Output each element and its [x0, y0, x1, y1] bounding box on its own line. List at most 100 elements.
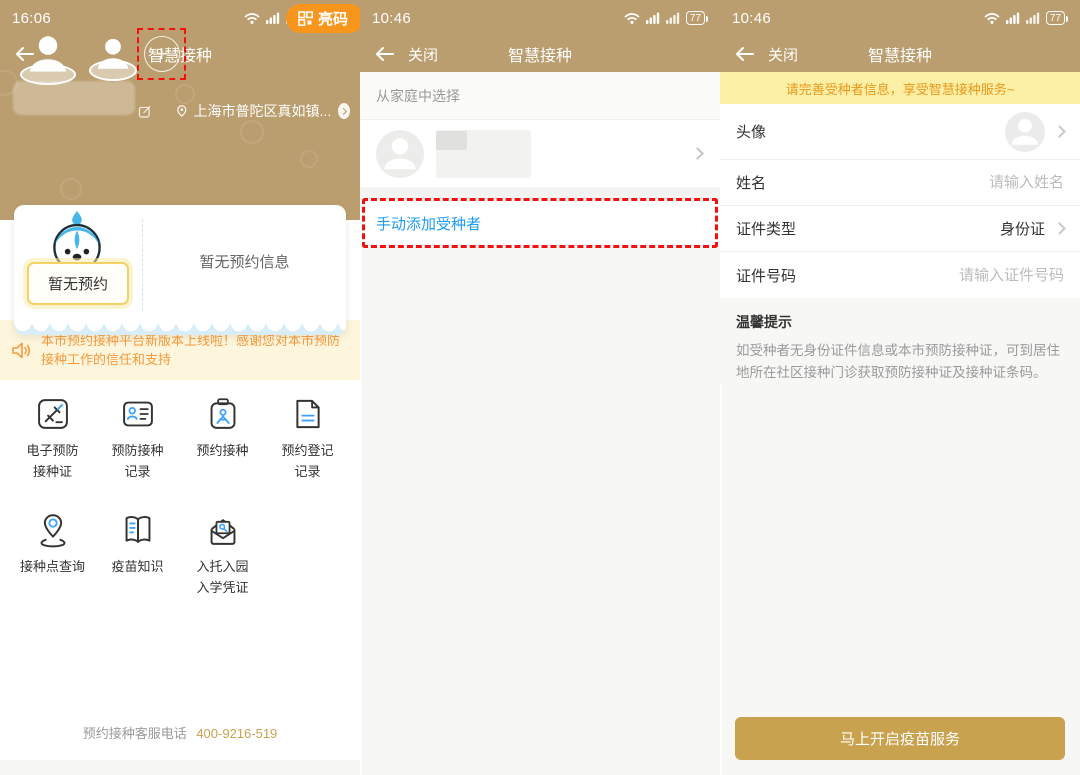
field-label: 姓名	[736, 172, 894, 193]
service-phone-row: 预约接种客服电话 400-9216-519	[0, 723, 360, 742]
grid-label: 预约接种	[196, 440, 248, 461]
status-time: 16:06	[12, 10, 51, 27]
tips-body: 如受种者无身份证件信息或本市预防接种证，可到居住地所在社区接种门诊获取预防接种证…	[736, 340, 1064, 384]
name-input[interactable]	[894, 174, 1064, 191]
brighten-code-button[interactable]: 亮码	[286, 4, 360, 33]
avatar[interactable]	[89, 31, 133, 75]
screen-home: 16:06 100 智慧接种	[0, 0, 360, 775]
registration-record-icon	[290, 396, 326, 432]
manual-add-link[interactable]: 手动添加受种者	[376, 213, 481, 234]
grid-label: 入托入园入学凭证	[196, 556, 248, 598]
chevron-right-icon	[1053, 125, 1066, 138]
member-avatar	[376, 130, 424, 178]
field-label: 证件号码	[736, 265, 894, 286]
id-number-field-row: 证件号码	[720, 252, 1080, 298]
info-banner: 请完善受种者信息，享受智慧接种服务~	[720, 72, 1080, 104]
edit-icon[interactable]	[138, 102, 152, 121]
back-arrow-icon[interactable]	[374, 46, 394, 62]
wifi-icon	[984, 12, 1000, 24]
appointment-vaccinate-icon	[205, 396, 241, 432]
grid-label: 接种点查询	[20, 556, 85, 577]
grid-item-school-certificate[interactable]: 入托入园入学凭证	[180, 512, 265, 598]
location-row[interactable]: 上海市普陀区真如镇...	[138, 97, 350, 125]
appointment-card: 暂无预约 暂无预约信息	[14, 205, 346, 335]
recipient-form: 头像 姓名 证件类型 身份证 证件号码	[720, 104, 1080, 298]
grid-item-registration-record[interactable]: 预约登记记录	[265, 396, 350, 482]
chevron-right-icon	[691, 147, 704, 160]
battery-level: 77	[690, 13, 701, 24]
cellular-signal-icon-2	[1026, 12, 1040, 24]
battery-icon: 77	[1046, 11, 1065, 25]
no-appointment-message: 暂无预约信息	[143, 205, 346, 335]
row-separator	[360, 187, 720, 200]
card-scallop-edge	[14, 324, 346, 335]
avatar-placeholder	[1005, 112, 1045, 152]
status-time: 10:46	[372, 10, 411, 27]
wifi-icon	[624, 12, 640, 24]
field-label: 头像	[736, 121, 1005, 142]
appointment-card-section: 暂无预约 暂无预约信息	[0, 205, 360, 320]
feature-grid-section: 电子预防接种证 预防接种记录	[0, 380, 360, 760]
cellular-signal-icon	[646, 12, 660, 24]
add-member-button[interactable]: +	[144, 36, 180, 72]
status-bar: 10:46 77	[360, 0, 720, 36]
id-type-field-row[interactable]: 证件类型 身份证	[720, 206, 1080, 252]
section-label: 从家庭中选择	[360, 72, 720, 120]
add-member-highlight: +	[137, 28, 186, 80]
feature-grid: 电子预防接种证 预防接种记录	[10, 396, 350, 598]
vaccine-knowledge-icon	[120, 512, 156, 548]
start-service-button[interactable]: 马上开启疫苗服务	[735, 717, 1065, 760]
home-hero: 16:06 100 智慧接种	[0, 0, 360, 220]
back-arrow-icon[interactable]	[14, 46, 34, 62]
clinic-location-icon	[35, 512, 71, 548]
family-avatars	[20, 27, 133, 79]
avatar-field-row[interactable]: 头像	[720, 104, 1080, 160]
nav-bar: 关闭 智慧接种	[720, 36, 1080, 72]
cellular-signal-icon	[1006, 12, 1020, 24]
nav-bar: 关闭 智慧接种	[360, 36, 720, 72]
service-phone-label: 预约接种客服电话	[83, 726, 187, 741]
speaker-icon	[12, 342, 31, 359]
tips-section: 温馨提示 如受种者无身份证件信息或本市预防接种证，可到居住地所在社区接种门诊获取…	[720, 298, 1080, 384]
service-phone-number[interactable]: 400-9216-519	[196, 726, 277, 741]
status-time: 10:46	[732, 10, 771, 27]
grid-item-vaccine-knowledge[interactable]: 疫苗知识	[95, 512, 180, 598]
grid-item-vaccination-record[interactable]: 预防接种记录	[95, 396, 180, 482]
status-bar: 10:46 77	[720, 0, 1080, 36]
wifi-icon	[244, 12, 260, 24]
grid-item-appointment[interactable]: 预约接种	[180, 396, 265, 482]
cellular-signal-icon	[266, 12, 280, 24]
id-number-input[interactable]	[894, 267, 1064, 284]
battery-level: 77	[1050, 13, 1061, 24]
close-button[interactable]: 关闭	[768, 44, 798, 65]
back-arrow-icon[interactable]	[734, 46, 754, 62]
id-type-value: 身份证	[1000, 218, 1045, 239]
location-pin-icon	[177, 103, 187, 119]
grid-item-electronic-certificate[interactable]: 电子预防接种证	[10, 396, 95, 482]
location-text: 上海市普陀区真如镇...	[194, 101, 332, 121]
family-member-row[interactable]	[360, 120, 720, 187]
manual-add-row[interactable]: 手动添加受种者	[360, 200, 720, 247]
no-appointment-sign: 暂无预约	[27, 262, 129, 305]
vaccination-record-icon	[120, 396, 156, 432]
cellular-signal-icon-2	[666, 12, 680, 24]
battery-icon: 77	[686, 11, 705, 25]
tips-title: 温馨提示	[736, 312, 1064, 332]
screen-add-recipient: 10:46 77 关闭 智慧接种 请完善受种者信息，享受智慧接种服务~ 头像	[720, 0, 1080, 775]
school-certificate-icon	[205, 512, 241, 548]
close-button[interactable]: 关闭	[408, 44, 438, 65]
grid-label: 疫苗知识	[111, 556, 163, 577]
grid-label: 电子预防接种证	[26, 440, 78, 482]
grid-item-clinic-search[interactable]: 接种点查询	[10, 512, 95, 598]
mascot-area: 暂无预约	[14, 205, 142, 335]
qr-code-icon	[298, 11, 313, 26]
field-label: 证件类型	[736, 218, 1000, 239]
screen-family-select: 10:46 77 关闭 智慧接种 从家庭中选择	[360, 0, 720, 775]
grid-label: 预约登记记录	[281, 440, 333, 482]
announcement-text: 本市预约接种平台新版本上线啦！感谢您对本市预防接种工作的信任和支持	[41, 331, 344, 369]
three-screen-collage: 16:06 100 智慧接种	[0, 0, 1080, 775]
blurred-user-name	[13, 81, 135, 115]
syringe-certificate-icon	[35, 396, 71, 432]
location-chevron-icon[interactable]	[338, 103, 350, 119]
grid-label: 预防接种记录	[111, 440, 163, 482]
